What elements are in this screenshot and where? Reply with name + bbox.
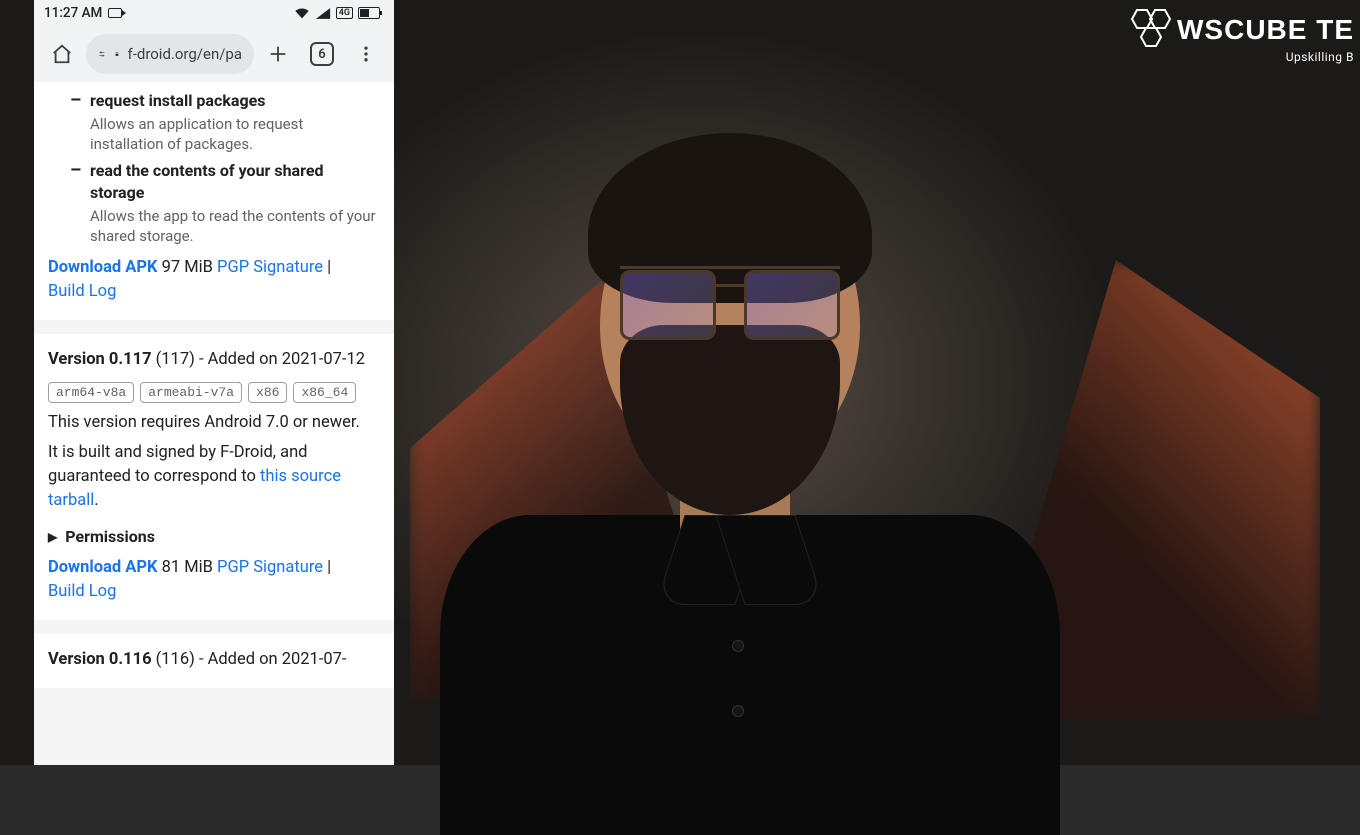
arch-chip: arm64-v8a — [48, 382, 134, 403]
apk-size: 97 MiB — [162, 258, 217, 277]
version-card: Version 0.116 (116) - Added on 2021-07- — [34, 634, 394, 688]
home-button[interactable] — [42, 34, 82, 74]
separator: | — [323, 558, 331, 577]
pgp-signature-link[interactable]: PGP Signature — [217, 258, 323, 277]
camera-icon — [108, 8, 122, 18]
overflow-menu-button[interactable] — [346, 34, 386, 74]
permission-desc: Allows the app to read the contents of y… — [90, 206, 380, 246]
site-settings-icon — [98, 45, 106, 63]
version-card: Version 0.117 (117) - Added on 2021-07-1… — [34, 334, 394, 620]
apk-size: 81 MiB — [162, 558, 217, 577]
download-apk-link[interactable]: Download APK — [48, 558, 158, 577]
permission-title: request install packages — [90, 90, 380, 112]
download-apk-link[interactable]: Download APK — [48, 258, 158, 277]
permission-title: read the contents of your shared storage — [90, 160, 380, 204]
lock-icon — [114, 47, 120, 61]
separator: | — [323, 258, 331, 277]
bullet-icon: – — [70, 91, 80, 154]
permission-item: – read the contents of your shared stora… — [48, 160, 380, 246]
battery-icon — [358, 7, 380, 19]
version-header: Version 0.116 (116) - Added on 2021-07- — [48, 648, 380, 672]
network-badge: 4G — [336, 7, 353, 19]
requirement-text: This version requires Android 7.0 or new… — [48, 411, 380, 435]
pgp-signature-link[interactable]: PGP Signature — [217, 558, 323, 577]
wifi-icon — [294, 6, 310, 20]
url-bar[interactable]: f-droid.org/en/pa — [86, 34, 254, 74]
phone-overlay: 11:27 AM 4G — [34, 0, 394, 765]
new-tab-button[interactable] — [258, 34, 298, 74]
presenter-figure — [470, 85, 1030, 765]
browser-toolbar: f-droid.org/en/pa 6 — [34, 26, 394, 82]
arch-chip: x86 — [248, 382, 287, 403]
caret-right-icon: ▶ — [48, 530, 57, 544]
home-icon — [51, 43, 73, 65]
build-log-link[interactable]: Build Log — [48, 282, 116, 301]
permission-desc: Allows an application to request install… — [90, 114, 380, 154]
permission-item: – request install packages Allows an app… — [48, 90, 380, 154]
tab-switcher-button[interactable]: 6 — [302, 34, 342, 74]
status-time: 11:27 AM — [44, 5, 102, 21]
brand-name: WSCUBE TE — [1177, 14, 1354, 46]
arch-chip: x86_64 — [293, 382, 356, 403]
signed-text: It is built and signed by F-Droid, and g… — [48, 441, 380, 513]
status-bar: 11:27 AM 4G — [34, 0, 394, 26]
more-vert-icon — [356, 44, 376, 64]
permissions-toggle[interactable]: ▶ Permissions — [48, 527, 380, 546]
version-header: Version 0.117 (117) - Added on 2021-07-1… — [48, 348, 380, 372]
arch-chip-row: arm64-v8a armeabi-v7a x86 x86_64 — [48, 382, 380, 403]
url-text: f-droid.org/en/pa — [128, 45, 243, 63]
arch-chip: armeabi-v7a — [140, 382, 242, 403]
brand-tagline: Upskilling B — [1125, 50, 1354, 64]
version-card: – request install packages Allows an app… — [34, 82, 394, 320]
page-content[interactable]: – request install packages Allows an app… — [34, 82, 394, 765]
build-log-link[interactable]: Build Log — [48, 582, 116, 601]
hexagon-logo-icon — [1125, 8, 1173, 52]
tab-count: 6 — [310, 42, 334, 66]
signal-icon — [315, 7, 331, 20]
plus-icon — [267, 43, 289, 65]
brand-watermark: WSCUBE TE Upskilling B — [1125, 8, 1360, 64]
bullet-icon: – — [70, 161, 80, 246]
